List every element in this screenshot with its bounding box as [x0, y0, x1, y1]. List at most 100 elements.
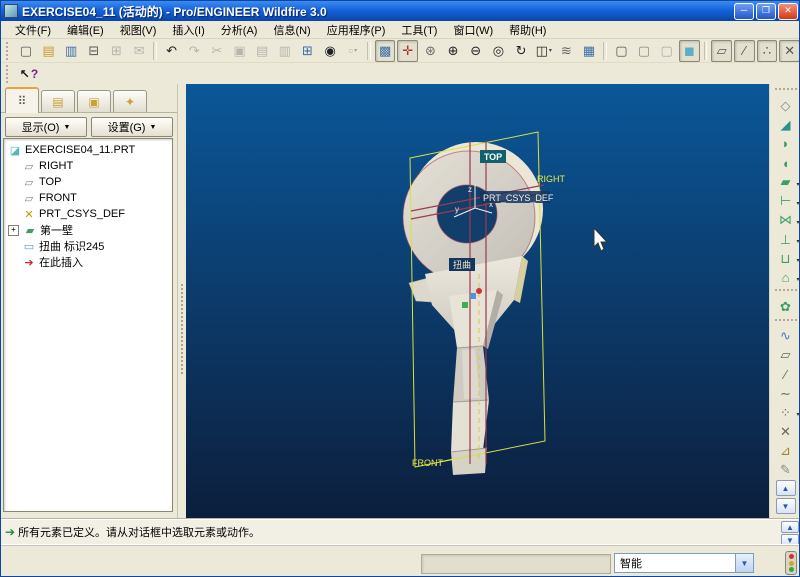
menu-item-6[interactable]: 信息(N): [265, 21, 318, 39]
datum-curve-tool-icon[interactable]: ∼: [771, 384, 800, 403]
paste-special-button[interactable]: ▥: [274, 40, 295, 62]
twist-handle-green[interactable]: [462, 302, 468, 308]
swept-wall-icon[interactable]: ▰▾: [771, 173, 800, 192]
panel-sash[interactable]: [178, 84, 186, 518]
menu-item-7[interactable]: 应用程序(P): [319, 21, 394, 39]
view-box-icon[interactable]: ◇: [771, 96, 800, 115]
undo-button[interactable]: ↶: [161, 40, 182, 62]
tab-layer-tree[interactable]: ▤: [41, 90, 75, 112]
save-copy-button[interactable]: ⊞: [106, 40, 127, 62]
find-button[interactable]: ◉: [320, 40, 341, 62]
model-tree-config-button[interactable]: ⊞: [297, 40, 318, 62]
csys-label[interactable]: PRT_CSYS_DEF: [483, 193, 554, 203]
new-file-button[interactable]: ▢: [16, 40, 37, 62]
menu-item-5[interactable]: 分析(A): [213, 21, 266, 39]
settings-dropdown-button[interactable]: 设置(G) ▼: [91, 117, 173, 137]
selection-filter-combo[interactable]: 智能 ▼: [614, 553, 754, 573]
zoom-out-button[interactable]: ⊖: [465, 40, 486, 62]
unbend-icon[interactable]: ⋈▾: [771, 211, 800, 230]
shaded-button[interactable]: ◼: [679, 40, 700, 62]
hidden-line-button[interactable]: ▢: [634, 40, 655, 62]
chevron-down-icon[interactable]: ▼: [735, 554, 753, 572]
csys-tool-icon[interactable]: ✕: [771, 422, 800, 441]
model-canvas[interactable]: z y x TOP RIGHT PRT_CSYS_DEF 扭曲 FRONT: [186, 84, 769, 518]
front-plane-label[interactable]: FRONT: [412, 458, 443, 468]
spin-center-toggle[interactable]: ✛: [397, 40, 418, 62]
flange-wall-icon[interactable]: ◖: [771, 154, 800, 173]
copy-button[interactable]: ▣: [229, 40, 250, 62]
stoplight-indicator[interactable]: [785, 551, 797, 575]
deform-area-icon[interactable]: ∿: [771, 327, 800, 346]
analysis-tool-icon[interactable]: ⊿: [771, 442, 800, 461]
tree-item-7[interactable]: ▭扭曲 标识245: [4, 238, 172, 254]
toolbar-grip[interactable]: [6, 42, 11, 60]
feature-label[interactable]: 扭曲: [453, 259, 471, 270]
menu-item-8[interactable]: 工具(T): [393, 21, 445, 39]
flyout-arrow-icon[interactable]: ▾: [796, 276, 799, 283]
tree-item-8[interactable]: ➔在此插入: [4, 254, 172, 270]
tree-expander-icon[interactable]: +: [8, 225, 19, 236]
datum-csys-toggle[interactable]: ✕: [779, 40, 800, 62]
datum-point-tool-icon[interactable]: ⁘▾: [771, 403, 800, 422]
no-hidden-button[interactable]: ▢: [656, 40, 677, 62]
wireframe-button[interactable]: ▢: [611, 40, 632, 62]
right-plane-label[interactable]: RIGHT: [537, 174, 566, 184]
show-dropdown-button[interactable]: 显示(O) ▼: [5, 117, 87, 137]
sketch-tool-icon[interactable]: ✎: [771, 461, 800, 480]
print-button[interactable]: ⊟: [84, 40, 105, 62]
repaint-button[interactable]: ▩: [375, 40, 396, 62]
save-file-button[interactable]: ▥: [61, 40, 82, 62]
toolbar-grip[interactable]: [6, 65, 11, 83]
zoom-in-button[interactable]: ⊕: [443, 40, 464, 62]
menu-item-10[interactable]: 帮助(H): [501, 21, 554, 39]
flyout-arrow-icon[interactable]: ▾: [354, 47, 357, 54]
first-wall-icon[interactable]: ◢: [771, 115, 800, 134]
top-plane-label[interactable]: TOP: [484, 152, 502, 162]
tree-item-1[interactable]: ◪EXERCISE04_11.PRT: [4, 142, 172, 158]
tree-item-4[interactable]: ▱FRONT: [4, 190, 172, 206]
menu-item-9[interactable]: 窗口(W): [445, 21, 501, 39]
datum-points-toggle[interactable]: ∴: [757, 40, 778, 62]
extend-wall-icon[interactable]: ⊢▾: [771, 192, 800, 211]
datum-axis-tool-icon[interactable]: ∕: [771, 365, 800, 384]
restore-button[interactable]: ❐: [756, 3, 776, 20]
select-box-button[interactable]: ▫▾: [342, 40, 363, 62]
flyout-arrow-icon[interactable]: ▾: [796, 200, 799, 207]
view-manager-button[interactable]: ▦: [579, 40, 600, 62]
tab-utilities[interactable]: ✦: [113, 90, 147, 112]
flyout-arrow-icon[interactable]: ▾: [549, 47, 552, 54]
reorient-button[interactable]: ↻: [511, 40, 532, 62]
orient-mode-button[interactable]: ⊛: [420, 40, 441, 62]
saved-views-button[interactable]: ◫▾: [533, 40, 554, 62]
rail-scroll-up[interactable]: ▲: [776, 480, 796, 496]
flyout-arrow-icon[interactable]: ▾: [796, 238, 799, 245]
tree-item-2[interactable]: ▱RIGHT: [4, 158, 172, 174]
redo-button[interactable]: ↷: [184, 40, 205, 62]
menu-item-1[interactable]: 文件(F): [7, 21, 59, 39]
datum-planes-toggle[interactable]: ▱: [711, 40, 732, 62]
flat-pattern-icon[interactable]: ✿: [771, 298, 800, 317]
cut-button[interactable]: ✂: [207, 40, 228, 62]
rail-scroll-down[interactable]: ▼: [776, 498, 796, 514]
form-icon[interactable]: ⌂▾: [771, 268, 800, 287]
refit-button[interactable]: ◎: [488, 40, 509, 62]
graphics-viewport[interactable]: z y x TOP RIGHT PRT_CSYS_DEF 扭曲 FRONT: [186, 84, 769, 518]
datum-plane-tool-icon[interactable]: ▱: [771, 346, 800, 365]
close-button[interactable]: ✕: [778, 3, 798, 20]
tree-item-5[interactable]: ✕PRT_CSYS_DEF: [4, 206, 172, 222]
context-help-button[interactable]: ↖ ?: [15, 64, 43, 84]
flyout-arrow-icon[interactable]: ▾: [796, 219, 799, 226]
flyout-arrow-icon[interactable]: ▾: [796, 181, 799, 188]
tree-item-6[interactable]: +▰第一壁: [4, 222, 172, 238]
tree-item-3[interactable]: ▱TOP: [4, 174, 172, 190]
open-file-button[interactable]: ▤: [38, 40, 59, 62]
bend-icon[interactable]: ⊥▾: [771, 230, 800, 249]
flat-wall-icon[interactable]: ◗: [771, 134, 800, 153]
menu-item-2[interactable]: 编辑(E): [59, 21, 112, 39]
datum-axes-toggle[interactable]: ∕: [734, 40, 755, 62]
menu-item-3[interactable]: 视图(V): [112, 21, 165, 39]
flyout-arrow-icon[interactable]: ▾: [796, 257, 799, 264]
paste-button[interactable]: ▤: [252, 40, 273, 62]
punch-icon[interactable]: ⊔▾: [771, 249, 800, 268]
sash-handle[interactable]: [181, 284, 183, 374]
